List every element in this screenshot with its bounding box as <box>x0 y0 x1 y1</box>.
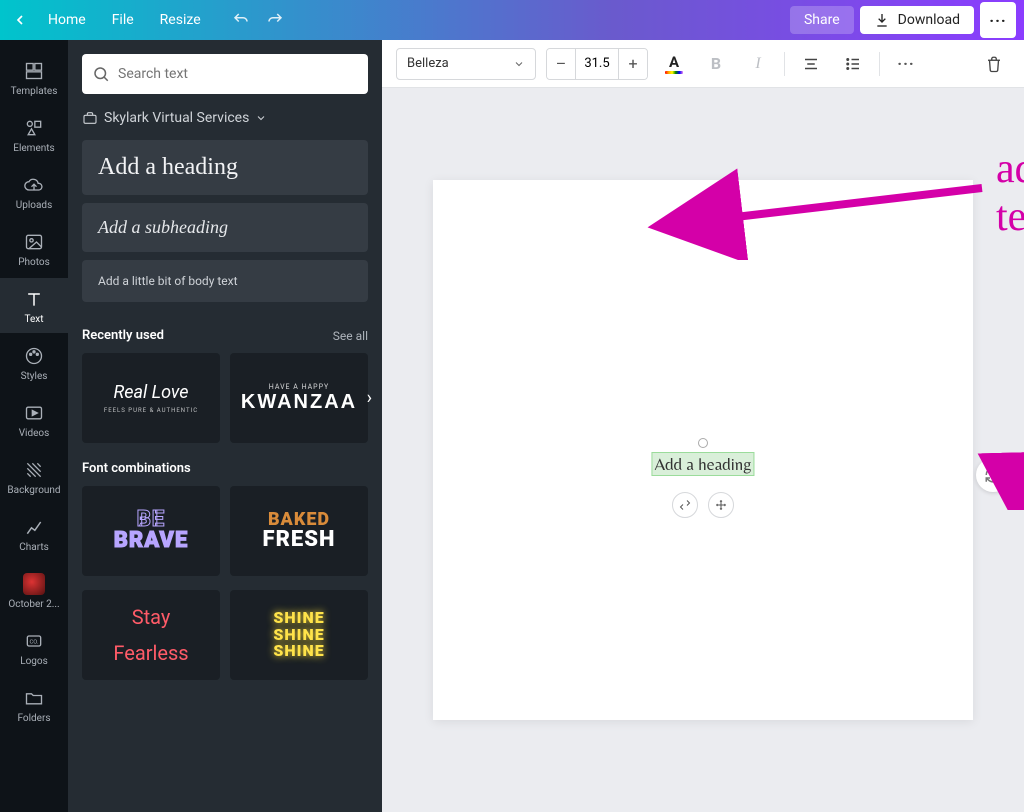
menu-home[interactable]: Home <box>38 8 96 32</box>
text-toolbar: Belleza – + A B I ··· <box>382 40 1024 88</box>
top-bar: Home File Resize Share Download ··· <box>0 0 1024 40</box>
rail-uploads[interactable]: Uploads <box>0 164 68 219</box>
rail-charts[interactable]: Charts <box>0 506 68 561</box>
move-element-button[interactable] <box>708 492 734 518</box>
font-combo-thumb[interactable]: BAKEDFRESH <box>230 486 368 576</box>
share-button[interactable]: Share <box>790 6 854 34</box>
add-subheading-card[interactable]: Add a subheading <box>82 203 368 252</box>
undo-button[interactable] <box>227 6 255 34</box>
nav-rail: Templates Elements Uploads Photos Text S… <box>0 40 68 812</box>
rail-elements[interactable]: Elements <box>0 107 68 162</box>
bold-button[interactable]: B <box>700 48 732 80</box>
download-label: Download <box>898 12 960 28</box>
rail-photos[interactable]: Photos <box>0 221 68 276</box>
see-all-link[interactable]: See all <box>333 329 368 343</box>
list-button[interactable] <box>837 48 869 80</box>
more-menu-button[interactable]: ··· <box>980 2 1016 38</box>
text-color-button[interactable]: A <box>658 48 690 80</box>
font-combo-thumb[interactable]: SHINESHINESHINE <box>230 590 368 680</box>
download-button[interactable]: Download <box>860 6 974 34</box>
side-panel: Skylark Virtual Services Add a heading A… <box>68 40 382 812</box>
rotate-handle[interactable] <box>698 438 708 448</box>
text-template-thumb[interactable]: HAVE A HAPPY KWANZAA <box>230 353 368 443</box>
svg-text:CO.: CO. <box>29 640 39 646</box>
increase-size-button[interactable]: + <box>619 49 647 79</box>
rail-templates[interactable]: Templates <box>0 50 68 105</box>
italic-button[interactable]: I <box>742 48 774 80</box>
brand-dropdown[interactable]: Skylark Virtual Services <box>82 110 368 126</box>
text-template-thumb[interactable]: Real Love FEELS PURE & AUTHENTIC <box>82 353 220 443</box>
add-heading-card[interactable]: Add a heading <box>82 140 368 195</box>
back-button[interactable] <box>8 8 32 32</box>
duplicate-element-button[interactable] <box>672 492 698 518</box>
redo-button[interactable] <box>261 6 289 34</box>
rail-folders[interactable]: Folders <box>0 677 68 732</box>
carousel-next-button[interactable]: › <box>367 388 372 409</box>
font-size-input[interactable] <box>575 49 619 79</box>
resync-button[interactable] <box>976 458 1010 492</box>
selected-text-element[interactable]: Add a heading <box>651 452 754 476</box>
font-family-select[interactable]: Belleza <box>396 48 536 80</box>
rail-styles[interactable]: Styles <box>0 335 68 390</box>
font-size-stepper[interactable]: – + <box>546 48 648 80</box>
rail-logos[interactable]: CO.Logos <box>0 620 68 675</box>
alignment-button[interactable] <box>795 48 827 80</box>
menu-file[interactable]: File <box>102 8 144 32</box>
toolbar-more-button[interactable]: ··· <box>890 48 922 80</box>
font-combo-thumb[interactable]: StayFearless <box>82 590 220 680</box>
font-combinations-heading: Font combinations <box>82 461 191 476</box>
search-icon <box>92 65 110 83</box>
design-page[interactable]: Add a heading <box>433 180 973 720</box>
canvas-area: Belleza – + A B I ··· Add a <box>382 40 1024 812</box>
rail-october-folder[interactable]: October 2... <box>0 563 68 618</box>
brand-icon <box>82 110 98 126</box>
chevron-down-icon <box>513 58 525 70</box>
rail-videos[interactable]: Videos <box>0 392 68 447</box>
decrease-size-button[interactable]: – <box>547 49 575 79</box>
add-body-card[interactable]: Add a little bit of body text <box>82 260 368 302</box>
search-box[interactable] <box>82 54 368 94</box>
recently-used-heading: Recently used <box>82 328 164 343</box>
rail-background[interactable]: Background <box>0 449 68 504</box>
font-combo-thumb[interactable]: BEBRAVE <box>82 486 220 576</box>
menu-resize[interactable]: Resize <box>150 8 211 32</box>
delete-button[interactable] <box>978 48 1010 80</box>
search-input[interactable] <box>118 66 358 82</box>
chevron-down-icon <box>255 112 267 124</box>
rail-text[interactable]: Text <box>0 278 68 333</box>
